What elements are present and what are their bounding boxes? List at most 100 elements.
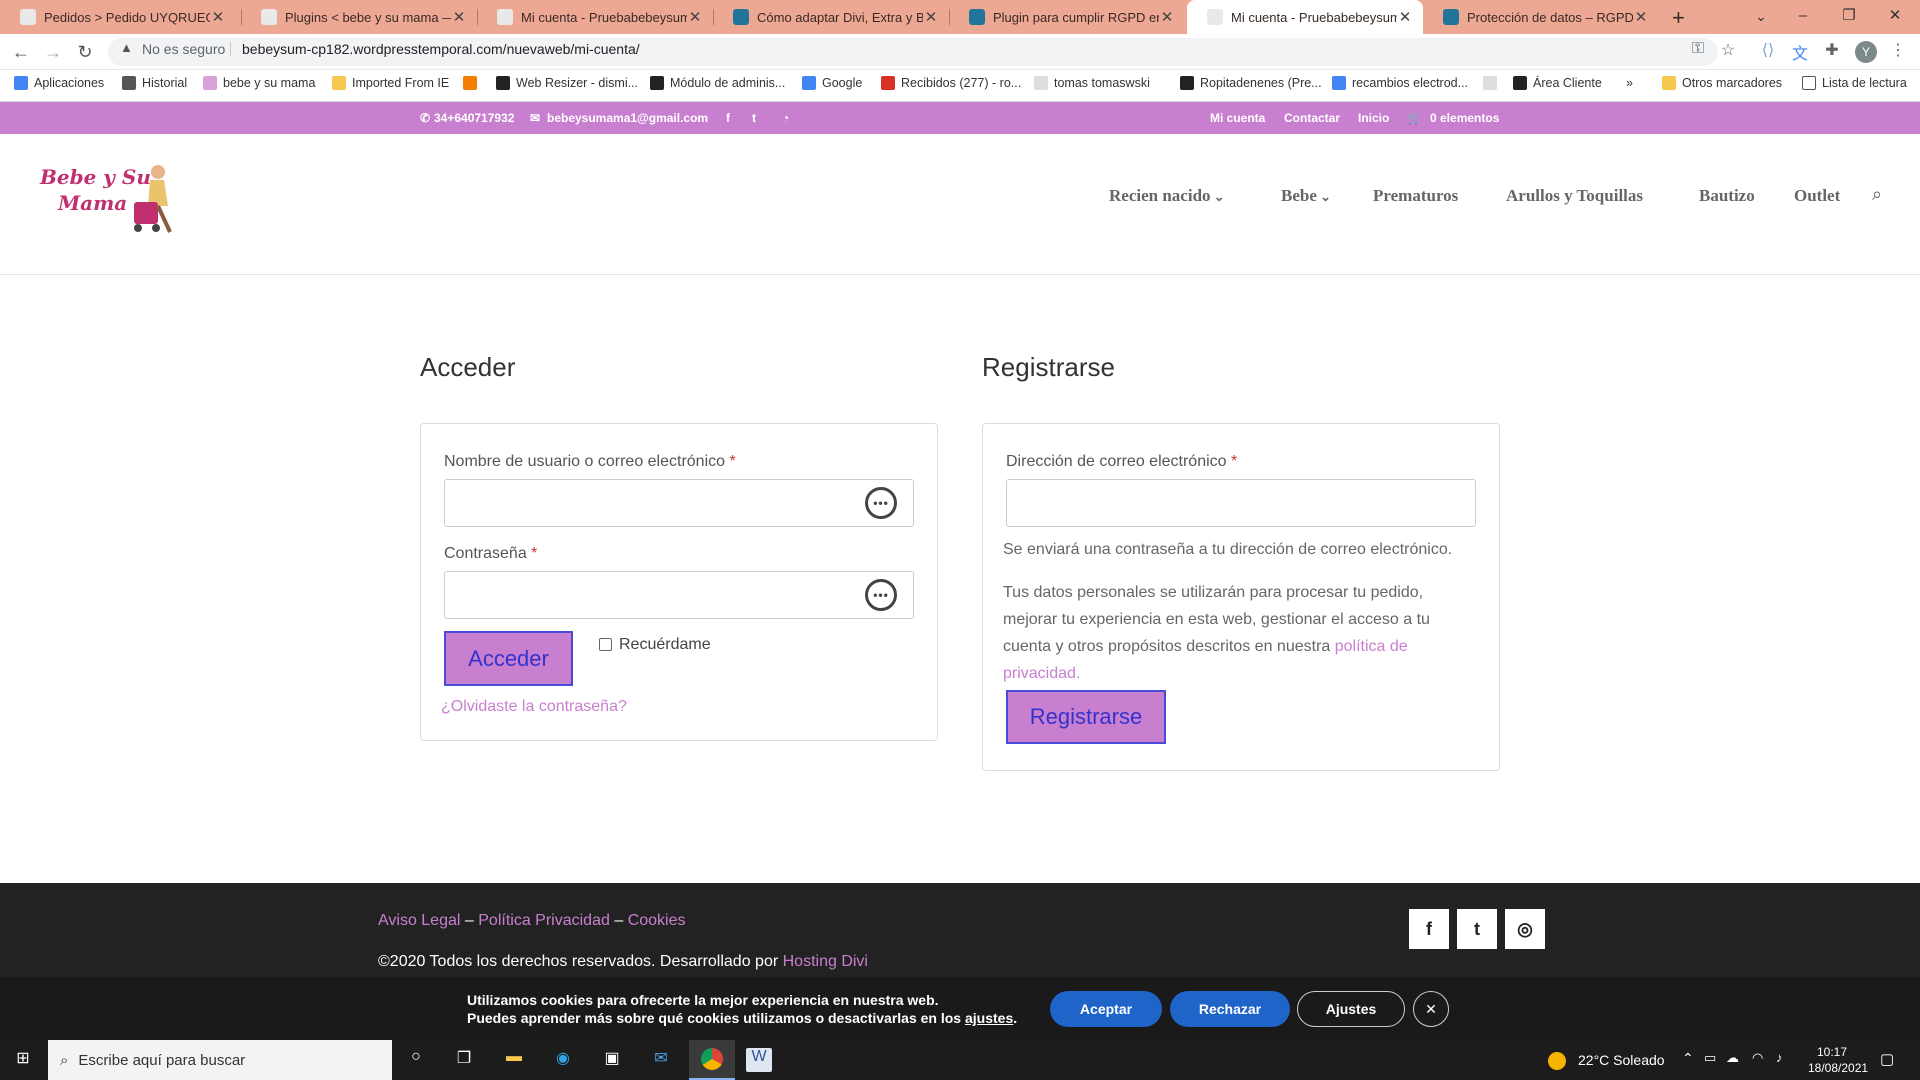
menu-item-prematuros[interactable]: Prematuros (1373, 186, 1458, 206)
tab-close-icon[interactable]: ✕ (210, 8, 226, 26)
search-icon[interactable]: ⌕ (1872, 184, 1882, 205)
bookmark-item[interactable]: Historial (122, 76, 187, 90)
menu-item-bebe[interactable]: Bebe ⌄ (1281, 186, 1331, 206)
bookmark-item[interactable]: Web Resizer - dismi... (496, 76, 638, 90)
menu-item-recien-nacido[interactable]: Recien nacido ⌄ (1109, 186, 1225, 206)
footer-twitter-icon[interactable]: t (1457, 909, 1497, 949)
remember-label[interactable]: Recuérdame (619, 636, 711, 654)
bookmark-item[interactable]: Recibidos (277) - ro... (881, 76, 1021, 90)
remember-checkbox[interactable] (599, 638, 612, 651)
topbar-link-mi-cuenta[interactable]: Mi cuenta (1210, 111, 1265, 125)
task-view-icon[interactable]: ❐ (451, 1048, 477, 1072)
tab-close-icon[interactable]: ✕ (451, 8, 467, 26)
cart-icon[interactable]: 🛒 (1407, 111, 1422, 125)
url-text[interactable]: bebeysum-cp182.wordpresstemporal.com/nue… (242, 41, 640, 57)
bookmark-item[interactable]: Imported From IE (332, 76, 449, 90)
minimize-button[interactable]: – (1780, 0, 1826, 34)
tab-close-icon[interactable]: ✕ (1397, 8, 1413, 26)
register-email-input[interactable] (1006, 479, 1476, 527)
forgot-password-link[interactable]: ¿Olvidaste la contraseña? (441, 698, 627, 716)
notifications-icon[interactable]: ▢ (1880, 1050, 1894, 1068)
footer-link-aviso-legal[interactable]: Aviso Legal (378, 912, 460, 929)
browser-tab[interactable]: Pedidos > Pedido UYQRUEGYV✕ (0, 0, 236, 34)
menu-item-bautizo[interactable]: Bautizo (1699, 186, 1755, 206)
extensions-puzzle-icon[interactable]: ✚ (1820, 40, 1844, 60)
cookie-settings-button[interactable]: Ajustes (1297, 991, 1405, 1027)
browser-tab[interactable]: Cómo adaptar Divi, Extra y Bloom✕ (713, 0, 949, 34)
site-logo[interactable]: Bebe y Su Mama (40, 160, 180, 240)
onedrive-icon[interactable]: ☁ (1726, 1050, 1739, 1066)
bookmark-item[interactable] (1483, 76, 1503, 90)
twitter-icon[interactable]: t (752, 111, 756, 125)
cortana-icon[interactable]: ○ (403, 1048, 429, 1072)
forward-icon[interactable]: → (42, 42, 64, 63)
email-address[interactable]: bebeysumama1@gmail.com (547, 111, 708, 125)
profile-avatar[interactable]: Y (1855, 41, 1877, 63)
edge-icon[interactable]: ◉ (550, 1048, 576, 1072)
taskbar-search-input[interactable]: ⌕ Escribe aquí para buscar (48, 1040, 392, 1080)
tab-close-icon[interactable]: ✕ (1633, 8, 1649, 26)
back-icon[interactable]: ← (10, 42, 32, 63)
credit-link[interactable]: Hosting Divi (783, 953, 868, 970)
menu-kebab-icon[interactable]: ⋮ (1886, 40, 1910, 60)
tab-search-icon[interactable]: ⌄ (1738, 0, 1784, 34)
username-input[interactable] (444, 479, 914, 527)
bookmark-item[interactable]: Aplicaciones (14, 76, 104, 90)
menu-item-arullos-y-toquillas[interactable]: Arullos y Toquillas (1506, 186, 1643, 206)
register-button[interactable]: Registrarse (1006, 690, 1166, 744)
bookmark-item[interactable]: Ropitadenenes (Pre... (1180, 76, 1322, 90)
bookmark-item[interactable]: tomas tomaswski (1034, 76, 1150, 90)
browser-tab[interactable]: Mi cuenta - Pruebabebeysuman ✕ (477, 0, 713, 34)
menu-item-outlet[interactable]: Outlet (1794, 186, 1840, 206)
star-icon[interactable]: ☆ (1716, 40, 1740, 60)
mail-icon[interactable]: ✉ (648, 1048, 674, 1072)
maximize-button[interactable]: ❐ (1826, 0, 1872, 34)
bookmark-item[interactable]: bebe y su mama (203, 76, 315, 90)
rss-icon[interactable]: ◔ (782, 111, 789, 125)
other-bookmarks[interactable]: Otros marcadores (1662, 76, 1782, 90)
cart-count[interactable]: 0 elementos (1430, 111, 1499, 125)
cookie-reject-button[interactable]: Rechazar (1170, 991, 1290, 1027)
reload-icon[interactable]: ↻ (74, 42, 96, 63)
tab-close-icon[interactable]: ✕ (923, 8, 939, 26)
footer-link-cookies[interactable]: Cookies (628, 912, 686, 929)
password-input[interactable] (444, 571, 914, 619)
bookmark-item[interactable]: recambios electrod... (1332, 76, 1468, 90)
password-manager-icon[interactable]: ••• (865, 487, 897, 519)
bookmark-item[interactable]: Google (802, 76, 862, 90)
windows-start-icon[interactable]: ⊞ (10, 1048, 36, 1072)
clock[interactable]: 10:17 18/08/2021 (1808, 1044, 1868, 1076)
show-hidden-icons[interactable]: ⌃ (1682, 1050, 1694, 1067)
cookie-settings-link[interactable]: ajustes (965, 1010, 1013, 1026)
network-icon[interactable]: ◠ (1752, 1050, 1763, 1066)
phone-number[interactable]: 34+640717932 (434, 111, 514, 125)
warning-icon[interactable]: ▲ (120, 40, 133, 55)
browser-tab[interactable]: Protección de datos – RGPD – Pl✕ (1423, 0, 1659, 34)
not-secure-label[interactable]: No es seguro (142, 41, 225, 57)
weather-text[interactable]: 22°C Soleado (1578, 1052, 1665, 1068)
topbar-link-contactar[interactable]: Contactar (1284, 111, 1340, 125)
new-tab-button[interactable]: + (1672, 5, 1685, 31)
browser-tab[interactable]: Plugins < bebe y su mama — W✕ (241, 0, 477, 34)
word-icon[interactable]: W (746, 1048, 772, 1072)
topbar-link-inicio[interactable]: Inicio (1358, 111, 1389, 125)
password-manager-icon[interactable]: ••• (865, 579, 897, 611)
meet-now-icon[interactable]: ▭ (1704, 1050, 1716, 1066)
store-icon[interactable]: ▣ (599, 1048, 625, 1072)
extension-code-icon[interactable]: ⟨⟩ (1756, 40, 1780, 60)
cookie-accept-button[interactable]: Aceptar (1050, 991, 1162, 1027)
volume-icon[interactable]: ♪ (1776, 1050, 1783, 1065)
footer-facebook-icon[interactable]: f (1409, 909, 1449, 949)
bookmark-item[interactable]: Módulo de adminis... (650, 76, 785, 90)
tab-close-icon[interactable]: ✕ (1159, 8, 1175, 26)
browser-tab[interactable]: Plugin para cumplir RGPD en Di✕ (949, 0, 1185, 34)
bookmark-item[interactable] (463, 76, 483, 90)
browser-tab[interactable]: Mi cuenta - Pruebabebeysuman ✕ (1187, 0, 1423, 34)
cookie-close-icon[interactable]: ✕ (1413, 991, 1449, 1027)
tab-close-icon[interactable]: ✕ (687, 8, 703, 26)
translate-icon[interactable]: 文 (1788, 40, 1812, 64)
footer-link-privacidad[interactable]: Política Privacidad (478, 912, 610, 929)
footer-instagram-icon[interactable]: ◎ (1505, 909, 1545, 949)
chrome-taskbar-button[interactable] (689, 1040, 735, 1080)
weather-sun-icon[interactable] (1548, 1052, 1566, 1070)
